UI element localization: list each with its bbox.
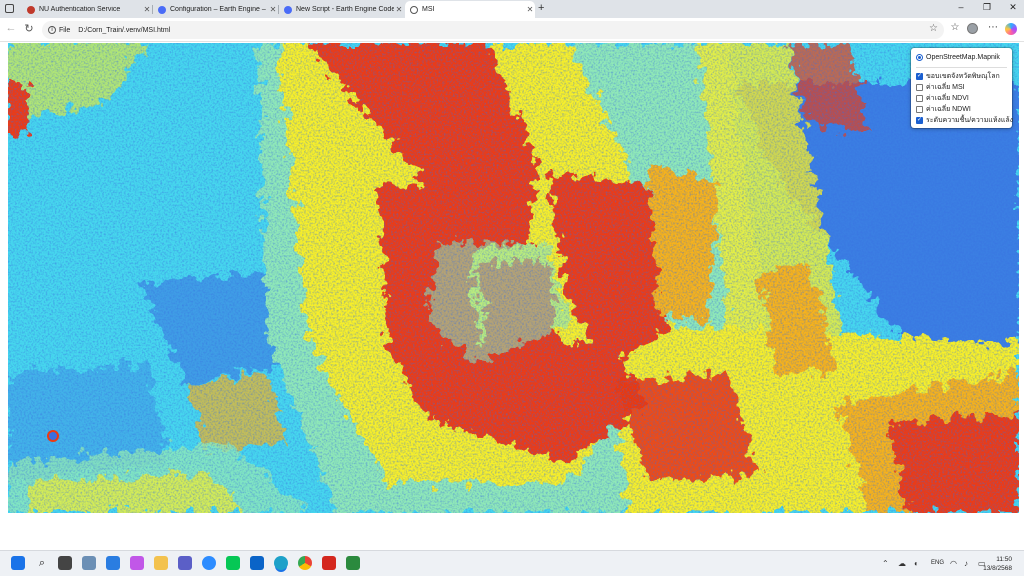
date: 13/8/2568 xyxy=(983,565,1012,572)
checkbox-unchecked[interactable] xyxy=(916,106,923,113)
close-tab-icon[interactable]: ✕ xyxy=(142,5,152,14)
favorites-icon[interactable]: ☆ xyxy=(948,22,962,33)
maximize-button[interactable]: ❐ xyxy=(978,2,996,13)
clock[interactable]: 11:50 13/8/2568 xyxy=(983,555,1012,573)
search-icon[interactable]: ⌕ xyxy=(35,556,49,570)
taskbar: ⌕ ⌃ ☁ ◐ ENG ◠ ♪ ▭ 11:50 13/8/2568 xyxy=(0,550,1024,576)
overlay-label: ค่าเฉลี่ย NDVI xyxy=(926,95,969,102)
chrome-icon[interactable] xyxy=(298,556,312,570)
file-explorer-icon[interactable] xyxy=(154,556,168,570)
map-viewport[interactable] xyxy=(8,43,1019,513)
favicon-icon xyxy=(27,5,35,14)
moisture-index-raster xyxy=(8,43,1019,513)
zoom-icon[interactable] xyxy=(202,556,216,570)
tab-earth-engine-configuration[interactable]: Configuration – Earth Engine – M ✕ xyxy=(153,1,278,18)
overlay-option[interactable]: ค่าเฉลี่ย NDWI xyxy=(916,104,1007,115)
globe-icon xyxy=(410,5,418,14)
overlay-label: ค่าเฉลี่ย MSI xyxy=(926,84,965,91)
overlay-label: ระดับความชื้น/ความแห้งแล้ง xyxy=(926,117,1014,124)
acrobat-icon[interactable] xyxy=(322,556,336,570)
cloud-icon[interactable]: ☁ xyxy=(898,559,906,568)
tab-bar: NU Authentication Service ✕ Configuratio… xyxy=(0,0,1024,18)
chevron-up-icon[interactable]: ⌃ xyxy=(882,559,889,568)
new-tab-button[interactable]: + xyxy=(538,2,544,14)
overlay-option[interactable]: ค่าเฉลี่ย NDVI xyxy=(916,93,1007,104)
tab-title: New Script - Earth Engine Code E xyxy=(296,6,394,13)
network-icon[interactable]: ◐ xyxy=(914,559,919,568)
overlay-option[interactable]: ค่าเฉลี่ย MSI xyxy=(916,82,1007,93)
tab-msi[interactable]: MSI ✕ xyxy=(405,1,535,18)
favicon-icon xyxy=(158,5,166,14)
radio-selected[interactable] xyxy=(916,54,923,61)
address-bar[interactable]: i File D:/Corn_Train/.venv/MSI.html ☆ xyxy=(42,21,944,39)
checkbox-checked[interactable]: ✓ xyxy=(916,73,923,80)
profile-avatar[interactable] xyxy=(967,23,978,34)
tab-title: NU Authentication Service xyxy=(39,6,121,13)
store-icon[interactable] xyxy=(106,556,120,570)
speaker-icon[interactable]: ♪ xyxy=(964,559,968,568)
address-scheme-label: File xyxy=(59,26,71,34)
checkbox-checked[interactable]: ✓ xyxy=(916,117,923,124)
more-menu-icon[interactable]: ⋯ xyxy=(986,22,1000,33)
checkbox-unchecked[interactable] xyxy=(916,84,923,91)
close-tab-icon[interactable]: ✕ xyxy=(268,5,278,14)
base-layer-label: OpenStreetMap.Mapnik xyxy=(926,54,1000,61)
widgets-icon[interactable] xyxy=(82,556,96,570)
task-view-icon[interactable] xyxy=(58,556,72,570)
favorite-star-icon[interactable]: ☆ xyxy=(929,23,938,34)
back-button[interactable]: ← xyxy=(4,22,18,34)
minimize-button[interactable]: – xyxy=(952,2,970,12)
overlay-option[interactable]: ✓ ขอบเขตจังหวัดพิษณุโลก xyxy=(916,71,1007,82)
browser-toolbar: ← ↻ i File D:/Corn_Train/.venv/MSI.html … xyxy=(0,18,1024,42)
favicon-icon xyxy=(284,5,292,14)
language-indicator[interactable]: ENG xyxy=(931,560,944,566)
close-window-button[interactable]: ✕ xyxy=(1004,2,1022,13)
layer-control: OpenStreetMap.Mapnik ✓ ขอบเขตจังหวัดพิษณ… xyxy=(911,48,1013,128)
close-tab-icon[interactable]: ✕ xyxy=(525,5,535,14)
wifi-icon[interactable]: ◠ xyxy=(950,559,957,568)
outlook-icon[interactable] xyxy=(250,556,264,570)
overlay-label: ขอบเขตจังหวัดพิษณุโลก xyxy=(926,73,1000,80)
close-tab-icon[interactable]: ✕ xyxy=(394,5,404,14)
teams-icon[interactable] xyxy=(178,556,192,570)
time: 11:50 xyxy=(996,556,1012,563)
overlay-label: ค่าเฉลี่ย NDWI xyxy=(926,106,971,113)
start-windows-icon[interactable] xyxy=(11,556,25,570)
tab-title: MSI xyxy=(422,6,435,13)
tab-nu-authentication[interactable]: NU Authentication Service ✕ xyxy=(22,1,152,18)
checkbox-unchecked[interactable] xyxy=(916,95,923,102)
address-url: D:/Corn_Train/.venv/MSI.html xyxy=(78,26,171,34)
window-menu-icon[interactable] xyxy=(5,4,14,13)
layer-divider xyxy=(916,67,1007,68)
overlay-option[interactable]: ✓ ระดับความชื้น/ความแห้งแล้ง xyxy=(916,115,1013,126)
line-icon[interactable] xyxy=(226,556,240,570)
edge-icon[interactable] xyxy=(274,556,288,570)
copilot-icon[interactable] xyxy=(1005,23,1017,35)
reload-button[interactable]: ↻ xyxy=(22,22,36,35)
base-layer-option[interactable]: OpenStreetMap.Mapnik xyxy=(916,52,1007,63)
info-icon[interactable]: i xyxy=(48,26,56,34)
copilot-app-icon[interactable] xyxy=(130,556,144,570)
terminal-icon[interactable] xyxy=(346,556,360,570)
tab-earth-engine-code-editor[interactable]: New Script - Earth Engine Code E ✕ xyxy=(279,1,404,18)
tab-title: Configuration – Earth Engine – M xyxy=(170,6,268,13)
